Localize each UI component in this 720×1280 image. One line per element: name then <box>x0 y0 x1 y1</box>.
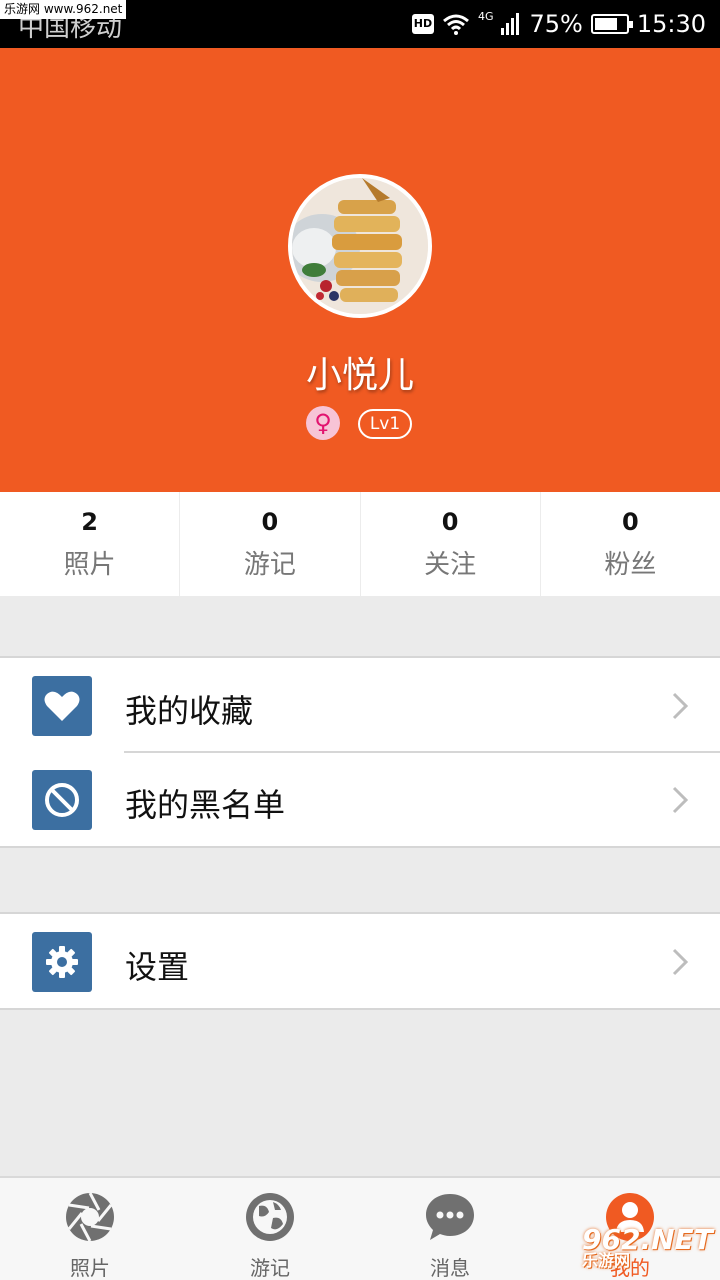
menu-group-lists: 我的收藏 我的黑名单 <box>0 656 720 848</box>
tab-messages[interactable]: 消息 <box>360 1178 540 1280</box>
corner-watermark-logo: 962.NET 乐游网 <box>582 1226 714 1274</box>
profile-header: 小悦儿 ♀ Lv1 <box>0 48 720 492</box>
avatar-image <box>292 178 428 314</box>
stat-label: 游记 <box>243 550 296 580</box>
tab-label: 照片 <box>70 1256 110 1280</box>
stat-count: 0 <box>441 508 459 536</box>
stat-label: 粉丝 <box>604 550 657 580</box>
status-indicators: HD 4G 75% 15:30 <box>411 0 706 48</box>
menu-item-blacklist[interactable]: 我的黑名单 <box>0 751 720 846</box>
camera-aperture-icon <box>66 1192 114 1242</box>
tab-label: 游记 <box>250 1256 290 1280</box>
stat-followers[interactable]: 0 粉丝 <box>541 492 720 596</box>
network-type: 4G <box>477 10 494 23</box>
menu-group-settings: 设置 <box>0 912 720 1010</box>
hd-icon: HD <box>411 14 434 34</box>
status-bar: 中国移动 乐游网 www.962.net HD 4G 75% 15:30 <box>0 0 720 48</box>
block-icon <box>32 770 92 830</box>
avatar[interactable] <box>288 174 432 318</box>
chat-bubble-icon <box>426 1194 474 1240</box>
gear-icon <box>32 932 92 992</box>
site-watermark: 乐游网 www.962.net <box>0 0 127 19</box>
tab-label: 消息 <box>430 1256 470 1280</box>
stat-count: 0 <box>622 508 639 536</box>
tab-travel-notes[interactable]: 游记 <box>180 1178 360 1280</box>
menu-item-favorites[interactable]: 我的收藏 <box>0 658 720 752</box>
tab-photos[interactable]: 照片 <box>0 1178 180 1280</box>
menu-label: 我的黑名单 <box>125 786 286 824</box>
stat-travel-notes[interactable]: 0 游记 <box>180 492 361 596</box>
username: 小悦儿 <box>305 355 414 396</box>
stat-count: 2 <box>81 508 98 536</box>
battery-percent: 75% <box>529 10 583 38</box>
chevron-right-icon <box>672 786 688 814</box>
signal-icon <box>501 13 520 35</box>
battery-icon <box>590 14 633 34</box>
stat-label: 关注 <box>424 550 477 580</box>
stat-label: 照片 <box>63 550 116 580</box>
wifi-icon <box>442 14 469 35</box>
menu-item-settings[interactable]: 设置 <box>0 914 720 1008</box>
heart-icon <box>32 676 92 736</box>
menu-label: 设置 <box>125 948 190 986</box>
stat-photos[interactable]: 2 照片 <box>0 492 181 596</box>
clock: 15:30 <box>636 10 706 38</box>
female-icon: ♀ <box>306 406 340 440</box>
stat-count: 0 <box>261 508 279 536</box>
chevron-right-icon <box>672 948 688 976</box>
battery-fill <box>594 18 618 30</box>
chevron-right-icon <box>672 692 688 720</box>
level-badge: Lv1 <box>358 409 412 439</box>
stats-row: 2 照片 0 游记 0 关注 0 粉丝 <box>0 492 720 596</box>
globe-icon <box>246 1193 294 1241</box>
stat-following[interactable]: 0 关注 <box>361 492 541 596</box>
menu-label: 我的收藏 <box>125 692 254 730</box>
